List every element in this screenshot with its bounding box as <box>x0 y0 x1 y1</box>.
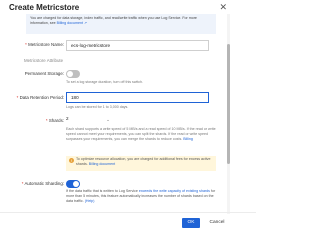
footer-divider <box>0 212 256 213</box>
required-marker: * <box>25 42 27 47</box>
retention-help: Logs can be stored for 1 to 3,000 days. <box>66 105 129 109</box>
name-label: * Metricstore Name: <box>4 42 64 47</box>
external-link-icon: ↗ <box>83 21 87 25</box>
warning-icon: ! <box>69 158 74 163</box>
close-icon[interactable]: ✕ <box>219 2 227 13</box>
auto-sharding-label-text: Automatic Sharding: <box>24 181 64 186</box>
shards-value: 2 <box>66 116 69 121</box>
auto-sharding-label: * Automatic Sharding: <box>4 181 64 186</box>
shards-label-text: Shards: <box>48 118 64 123</box>
permanent-storage-toggle[interactable] <box>66 70 80 78</box>
auto-sharding-toggle[interactable] <box>66 180 80 188</box>
cancel-button[interactable]: Cancel <box>205 218 229 228</box>
toggle-knob <box>67 71 73 77</box>
auto-help-text-1: If the data traffic that is written to L… <box>66 189 139 193</box>
excess-shards-warning: ! To optimize resource allocation, you a… <box>66 156 216 171</box>
retention-period-input[interactable] <box>66 92 209 103</box>
required-marker: * <box>16 95 19 100</box>
notice-text: You are charged for data storage, index … <box>30 16 197 25</box>
chevron-down-icon: ⌄ <box>106 117 110 122</box>
retention-label-text: Data Retention Period: <box>19 95 64 100</box>
name-label-text: Metricstore Name: <box>28 42 64 47</box>
required-marker: * <box>45 118 48 123</box>
permanent-storage-help: To set a log storage duration, turn off … <box>66 80 144 84</box>
dialog-title: Create Metricstore <box>9 3 80 12</box>
shards-select[interactable]: 2 ⌄ <box>66 116 112 125</box>
help-link[interactable]: (Help) <box>85 199 95 203</box>
warning-billing-link[interactable]: Billing document <box>89 162 115 166</box>
retention-label: * Data Retention Period: <box>4 95 64 100</box>
auto-sharding-help: If the data traffic that is written to L… <box>66 189 216 204</box>
notice-billing-link[interactable]: Billing document <box>57 21 83 25</box>
ok-button[interactable]: OK <box>182 218 200 228</box>
billing-notice: You are charged for data storage, index … <box>26 14 216 34</box>
toggle-knob <box>73 181 79 187</box>
shards-help-text: Each shard supports a write speed of 5 M… <box>66 127 216 141</box>
metricstore-name-input[interactable] <box>66 40 209 51</box>
shards-label: * Shards: <box>4 118 64 123</box>
shards-help: Each shard supports a write speed of 5 M… <box>66 127 216 142</box>
scroll-thumb[interactable] <box>227 44 230 164</box>
permanent-storage-label: Permanent Storage: <box>24 71 64 76</box>
attribute-section-title: Metricstore Attribute <box>24 58 64 63</box>
shards-billing-link[interactable]: Billing <box>183 137 193 141</box>
write-capacity-link[interactable]: exceeds the write capacity of existing s… <box>139 189 210 193</box>
